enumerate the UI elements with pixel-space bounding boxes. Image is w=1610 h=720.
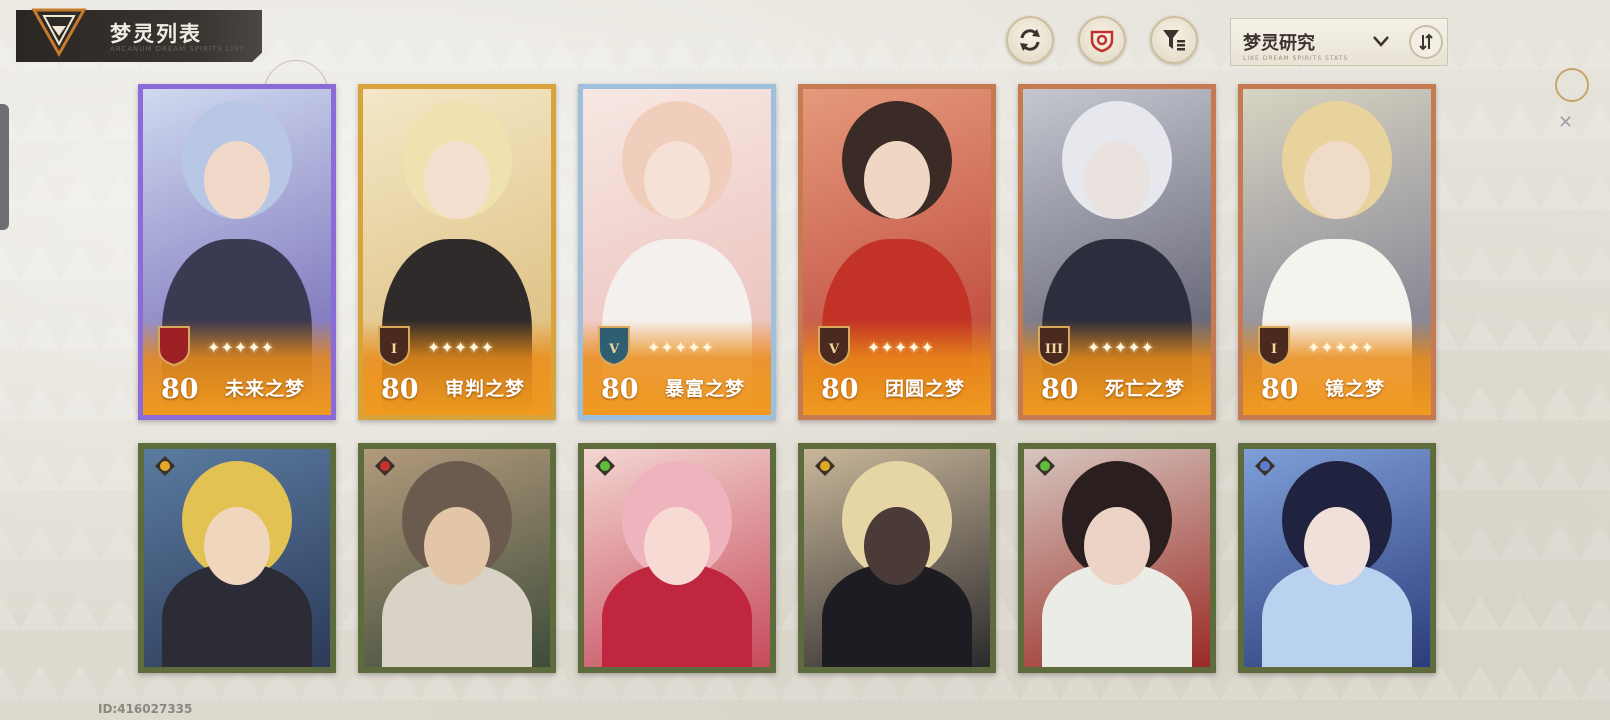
character-name: 团圆之梦 bbox=[885, 378, 966, 400]
portrait-face bbox=[204, 141, 270, 219]
element-icon bbox=[155, 456, 175, 476]
star-rating: ✦✦✦✦✦ bbox=[207, 338, 275, 357]
locked-character-card[interactable] bbox=[1238, 443, 1436, 673]
character-card[interactable]: V ✦✦✦✦✦ 80 暴富之梦 bbox=[578, 84, 776, 420]
character-portrait bbox=[1024, 449, 1210, 667]
character-name: 未来之梦 bbox=[225, 378, 306, 400]
sort-label: 梦灵研究 bbox=[1243, 33, 1315, 54]
portrait-face bbox=[424, 507, 490, 585]
character-name: 暴富之梦 bbox=[665, 378, 746, 400]
portrait-face bbox=[424, 141, 490, 219]
level-text: 80 bbox=[1041, 374, 1079, 405]
page-subtitle: ARCANUM DREAM SPIRITS LIST bbox=[110, 45, 245, 53]
sort-order-icon bbox=[1419, 33, 1433, 51]
character-name: 审判之梦 bbox=[445, 378, 526, 400]
character-portrait bbox=[144, 449, 330, 667]
rank-badge-icon bbox=[158, 326, 190, 367]
star-rating: ✦✦✦✦✦ bbox=[427, 338, 495, 357]
sort-subtitle: LIKE DREAM SPIRITS STATS bbox=[1243, 55, 1349, 62]
character-name: 死亡之梦 bbox=[1105, 378, 1186, 400]
character-card[interactable]: V ✦✦✦✦✦ 80 团圆之梦 bbox=[798, 84, 996, 420]
rank-label: I bbox=[1270, 342, 1278, 357]
locked-character-card[interactable] bbox=[358, 443, 556, 673]
filter-button[interactable] bbox=[1150, 16, 1198, 64]
locked-character-card[interactable] bbox=[578, 443, 776, 673]
character-card[interactable]: III ✦✦✦✦✦ 80 死亡之梦 bbox=[1018, 84, 1216, 420]
character-portrait bbox=[584, 449, 770, 667]
portrait-face bbox=[204, 507, 270, 585]
rank-label: V bbox=[608, 342, 620, 357]
rank-label: III bbox=[1044, 342, 1064, 357]
character-card[interactable]: I ✦✦✦✦✦ 80 审判之梦 bbox=[358, 84, 556, 420]
page-title: 梦灵列表 bbox=[110, 22, 202, 46]
level-text: 80 bbox=[821, 374, 859, 405]
level-text: 80 bbox=[601, 374, 639, 405]
element-icon bbox=[815, 456, 835, 476]
logo-icon bbox=[31, 8, 87, 58]
portrait-face bbox=[644, 507, 710, 585]
level-text: 80 bbox=[161, 374, 199, 405]
portrait-face bbox=[1084, 141, 1150, 219]
portrait-face bbox=[864, 507, 930, 585]
element-icon bbox=[1035, 456, 1055, 476]
element-icon bbox=[595, 456, 615, 476]
chevron-down-icon bbox=[1373, 36, 1389, 47]
character-card[interactable]: ✦✦✦✦✦ 80 未来之梦 bbox=[138, 84, 336, 420]
sort-order-button[interactable] bbox=[1409, 25, 1443, 59]
x-decoration: ✕ bbox=[1558, 112, 1574, 133]
target-icon bbox=[1090, 30, 1114, 53]
character-portrait bbox=[364, 449, 550, 667]
ring-decoration bbox=[1555, 68, 1589, 102]
star-rating: ✦✦✦✦✦ bbox=[867, 338, 935, 357]
locked-character-card[interactable] bbox=[1018, 443, 1216, 673]
portrait-face bbox=[644, 141, 710, 219]
refresh-icon bbox=[1020, 29, 1040, 51]
character-card[interactable]: I ✦✦✦✦✦ 80 镜之梦 bbox=[1238, 84, 1436, 420]
star-rating: ✦✦✦✦✦ bbox=[1307, 338, 1375, 357]
sort-dropdown[interactable]: 梦灵研究 LIKE DREAM SPIRITS STATS bbox=[1230, 18, 1448, 66]
locked-character-card[interactable] bbox=[798, 443, 996, 673]
portrait-face bbox=[1304, 507, 1370, 585]
portrait-face bbox=[1304, 141, 1370, 219]
portrait-face bbox=[864, 141, 930, 219]
rank-label: V bbox=[828, 342, 840, 357]
character-portrait bbox=[1244, 449, 1430, 667]
filter-icon bbox=[1163, 30, 1185, 51]
locked-character-card[interactable] bbox=[138, 443, 336, 673]
portrait-face bbox=[1084, 507, 1150, 585]
star-rating: ✦✦✦✦✦ bbox=[1087, 338, 1155, 357]
character-name: 镜之梦 bbox=[1325, 378, 1386, 400]
level-text: 80 bbox=[381, 374, 419, 405]
user-id: ID:416027335 bbox=[98, 702, 193, 716]
level-text: 80 bbox=[1261, 374, 1299, 405]
element-icon bbox=[375, 456, 395, 476]
target-button[interactable] bbox=[1078, 16, 1126, 64]
side-drawer-handle[interactable] bbox=[0, 104, 9, 230]
character-portrait bbox=[804, 449, 990, 667]
rank-label: I bbox=[390, 342, 398, 357]
refresh-button[interactable] bbox=[1006, 16, 1054, 64]
element-icon bbox=[1255, 456, 1275, 476]
star-rating: ✦✦✦✦✦ bbox=[647, 338, 715, 357]
